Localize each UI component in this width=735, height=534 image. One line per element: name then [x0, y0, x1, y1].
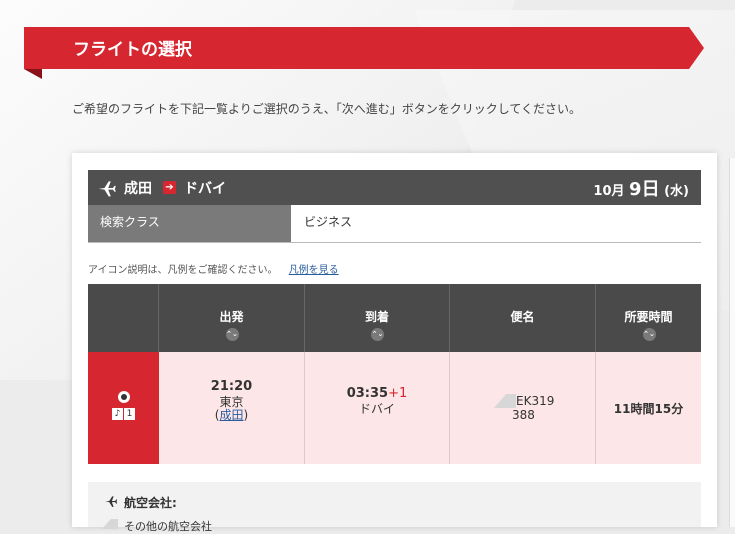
header-departure-label: 出発 — [219, 310, 244, 324]
departure-time: 21:20 — [210, 379, 253, 394]
airline-tail-icon — [494, 394, 516, 408]
plane-icon — [105, 496, 118, 507]
flight-duration: 11時間15分 — [613, 402, 684, 416]
flight-cell: EK319 388 — [450, 352, 596, 464]
arrival-city: ドバイ — [358, 402, 395, 416]
header-arrival-label: 到着 — [364, 310, 389, 324]
row-icons-cell: ♪ 1 — [88, 352, 159, 464]
search-class-row: 検索クラス ビジネス — [88, 205, 701, 243]
airline-label: 航空会社: — [124, 496, 177, 510]
table-header: 出発 ⌃⌄ 到着 ⌃⌄ 便名 所要時間 ⌃⌄ — [88, 284, 701, 352]
search-class-value: ビジネス — [304, 215, 353, 229]
instruction-text: ご希望のフライトを下記一覧よりご選択のうえ、「次へ進む」ボタンをクリックしてくだ… — [72, 102, 582, 116]
flight-number: EK319 — [516, 394, 555, 408]
sort-icon[interactable]: ⌃⌄ — [642, 328, 656, 341]
airline-option[interactable]: その他の航空会社 — [124, 518, 212, 534]
header-flight-label: 便名 — [510, 310, 535, 324]
departure-airport-link[interactable]: 成田 — [219, 408, 243, 422]
destination-city: ドバイ — [184, 181, 226, 197]
date-weekday: (水) — [664, 184, 689, 199]
date-month: 10月 — [593, 184, 625, 199]
arrival-time: 03:35+1 — [305, 386, 449, 401]
search-class-label: 検索クラス — [88, 205, 291, 242]
header-duration[interactable]: 所要時間 ⌃⌄ — [596, 284, 701, 352]
number-icon: 1 — [124, 408, 135, 420]
arrival-time-value: 03:35 — [346, 386, 389, 401]
route-header: 成田 ➔ ドバイ 10月 9日 (水) — [88, 170, 701, 205]
day-offset: +1 — [388, 386, 408, 401]
audio-icon — [118, 391, 130, 403]
departure-airport: (成田) — [159, 406, 304, 423]
sort-icon[interactable]: ⌃⌄ — [225, 328, 239, 341]
legend-note-text: アイコン説明は、凡例をご確認ください。 — [88, 265, 278, 276]
date-day: 9日 — [629, 179, 660, 200]
arrival-cell: 03:35+1 ドバイ — [305, 352, 450, 464]
legend-link[interactable]: 凡例を見る — [289, 265, 339, 276]
header-flight-number[interactable]: 便名 — [450, 284, 596, 352]
header-departure[interactable]: 出発 ⌃⌄ — [159, 284, 305, 352]
header-arrival[interactable]: 到着 ⌃⌄ — [305, 284, 450, 352]
sort-icon[interactable]: ⌃⌄ — [371, 328, 384, 341]
airline-filter: 航空会社: その他の航空会社 — [88, 482, 701, 533]
plane-icon — [98, 181, 116, 197]
flight-table: 出発 ⌃⌄ 到着 ⌃⌄ 便名 所要時間 ⌃⌄ ♪ 1 21:20 東京 (成田)… — [88, 284, 701, 464]
flight-date: 10月 9日 (水) — [593, 175, 689, 201]
aircraft-type: 388 — [512, 408, 535, 422]
table-row[interactable]: ♪ 1 21:20 東京 (成田) 03:35+1 ドバイ EK319 388 … — [88, 352, 701, 464]
origin-city: 成田 — [124, 181, 152, 197]
music-icon: ♪ — [112, 408, 123, 420]
page-title: フライトの選択 — [73, 40, 192, 60]
airport-paren-close: ) — [243, 408, 249, 422]
legend-note: アイコン説明は、凡例をご確認ください。 凡例を見る — [88, 261, 339, 276]
departure-cell: 21:20 東京 (成田) — [159, 352, 305, 464]
header-duration-label: 所要時間 — [624, 310, 673, 324]
header-icons-column — [88, 284, 159, 352]
airline-tail-icon — [102, 519, 118, 529]
side-panel-edge — [729, 158, 735, 527]
arrow-right-icon: ➔ — [163, 181, 176, 194]
duration-cell: 11時間15分 — [596, 352, 701, 464]
